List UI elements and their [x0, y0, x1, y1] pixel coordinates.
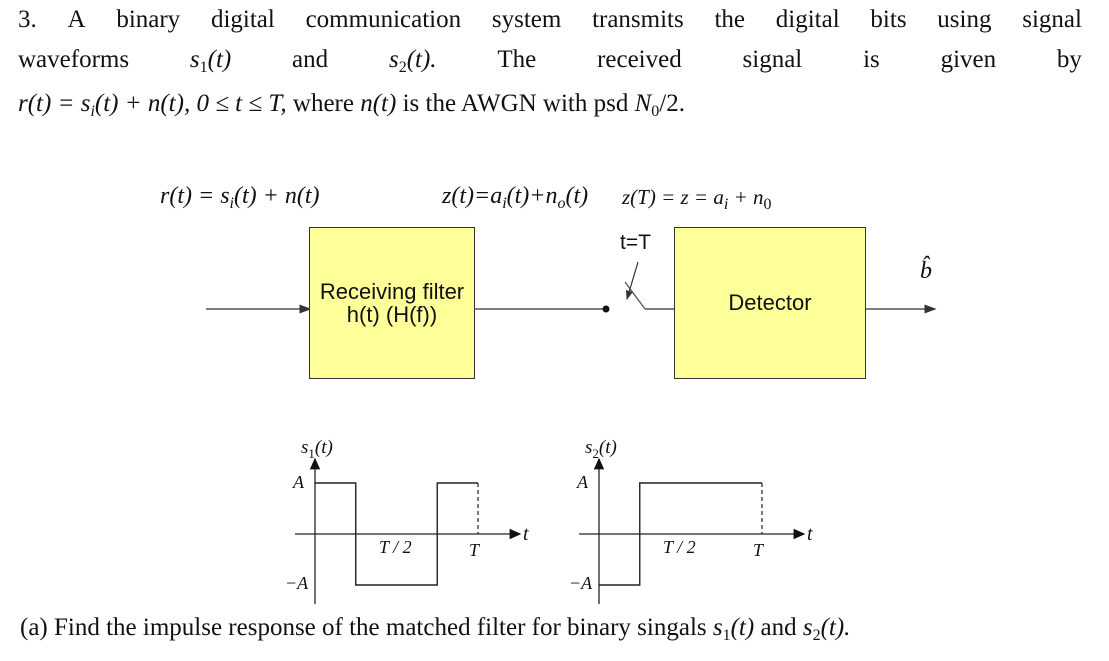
detected-bit-label: b̂ — [920, 258, 932, 284]
sampler-contact-dot — [602, 305, 610, 313]
sampler-time-label: t=T — [620, 231, 651, 254]
question-a: (a) Find the impulse response of the mat… — [20, 614, 850, 645]
question-a-text: (a) Find the impulse response of the mat… — [20, 614, 713, 641]
receiving-filter-transfer: h(t) (H(f)) — [346, 302, 438, 327]
question-and: and — [754, 614, 803, 641]
detector-label: Detector — [728, 290, 812, 316]
receiving-filter-title: Receiving filter — [319, 278, 465, 304]
input-signal-label: r(t) = si(t) + n(t) — [160, 183, 320, 212]
sampled-output-label: z(T) = z = ai + n0 — [622, 185, 772, 213]
tick-period-label: T — [469, 540, 480, 560]
detector-block: Detector — [674, 227, 866, 379]
tick-period-label: T — [753, 540, 764, 560]
waveform-s2-plot — [579, 457, 806, 604]
waveform-ylabel: s1(t) — [301, 437, 333, 461]
time-axis-label: t — [807, 523, 813, 545]
time-axis-label: t — [523, 523, 529, 545]
level-high-label: A — [577, 472, 588, 492]
waveform-ylabel: s2(t) — [585, 437, 617, 461]
question-s1-symbol: s1(t) — [712, 614, 755, 644]
level-low-label: −A — [285, 573, 309, 593]
tick-half-period-label: T / 2 — [379, 537, 412, 557]
level-high-label: A — [293, 472, 304, 492]
receiving-filter-block: Receiving filter h(t) (H(f)) — [309, 227, 475, 379]
tick-half-period-label: T / 2 — [663, 537, 696, 557]
question-s2-symbol: s2(t). — [802, 614, 851, 644]
waveform-s1-plot — [295, 457, 522, 604]
block-diagram — [206, 261, 937, 604]
level-low-label: −A — [569, 573, 593, 593]
sampler-switch-arrow — [625, 261, 639, 301]
filter-output-label: z(t)=ai(t)+no(t) — [442, 183, 589, 212]
